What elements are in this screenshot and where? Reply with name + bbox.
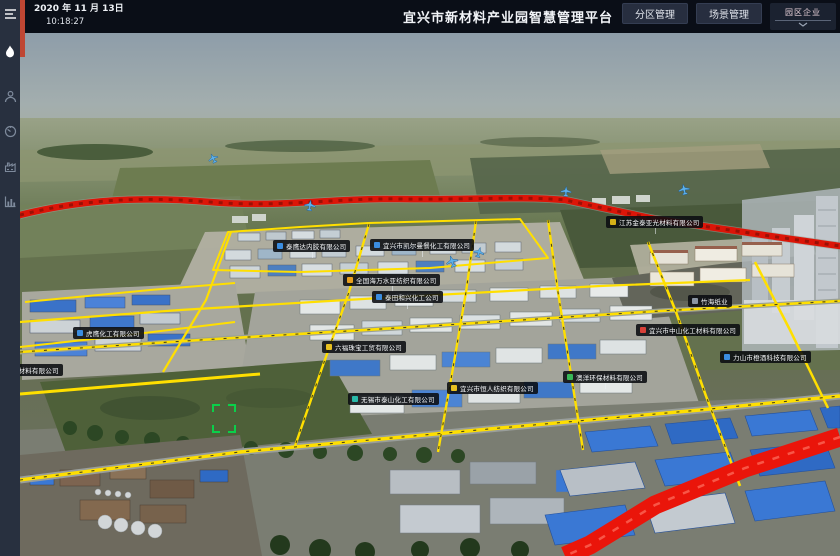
map-label[interactable]: 泰田和兴化工公司: [372, 291, 443, 303]
divider: [775, 20, 831, 21]
marker-icon: [347, 277, 353, 283]
map-label-text: 力山市橙酒科技有限公司: [733, 352, 807, 362]
header-date: 2020 年 11 月 13日: [34, 4, 124, 15]
map-label-text: 全国海万水亚纺织有限公司: [356, 275, 436, 285]
map-viewport[interactable]: 泰鹰达内胶有限公司 宜兴市凯尔曼餐化工有限公司 全国海万水亚纺织有限公司 泰田和…: [20, 33, 840, 556]
map-label[interactable]: 泰鹰达内胶有限公司: [273, 240, 350, 252]
partition-manage-button[interactable]: 分区管理: [622, 3, 688, 24]
park-enterprise-label: 园区企业: [785, 7, 821, 18]
user-icon[interactable]: [0, 86, 20, 106]
marker-icon: [451, 385, 457, 391]
map-label-text: 澳洋环保材料有限公司: [576, 372, 643, 382]
marker-icon: [724, 354, 730, 360]
marker-icon: [640, 327, 646, 333]
map-label-text: 六福珠宝工贸有限公司: [335, 342, 402, 352]
scene-manage-button[interactable]: 场景管理: [696, 3, 762, 24]
park-enterprise-dropdown[interactable]: 园区企业: [770, 3, 836, 30]
map-label[interactable]: 宜兴市凯尔曼餐化工有限公司: [370, 239, 474, 251]
map-label[interactable]: 澳洋环保材料有限公司: [563, 371, 647, 383]
marker-icon: [352, 396, 358, 402]
map-label-text: 泰田和兴化工公司: [385, 292, 439, 302]
marker-icon: [374, 242, 380, 248]
map-label[interactable]: 六福珠宝工贸有限公司: [322, 341, 406, 353]
page-title: 宜兴市新材料产业园智慧管理平台: [388, 0, 628, 33]
map-label[interactable]: 无锡市泰山化工有限公司: [348, 393, 439, 405]
sidebar-accent-bar: [20, 0, 25, 57]
marker-icon: [77, 330, 83, 336]
map-label[interactable]: 虎鹰化工有限公司: [73, 327, 144, 339]
map-label[interactable]: 力山市橙酒科技有限公司: [720, 351, 811, 363]
map-label-text: 宜兴市凯尔曼餐化工有限公司: [383, 240, 470, 250]
map-label-text: 竹海纸业: [701, 296, 728, 306]
gauge-icon[interactable]: [0, 121, 20, 141]
sidebar: [0, 0, 20, 556]
factory-icon[interactable]: [0, 156, 20, 176]
marker-icon: [277, 243, 283, 249]
map-label-text: 宜兴市恒人纺织有限公司: [460, 383, 534, 393]
map-label[interactable]: 全国海万水亚纺织有限公司: [343, 274, 440, 286]
map-label-text: 宜兴市中山化工材料有限公司: [649, 325, 736, 335]
marker-icon: [610, 219, 616, 225]
marker-icon: [692, 298, 698, 304]
map-label[interactable]: 宜兴市防水材料有限公司: [20, 364, 63, 376]
map-label-text: 宜兴市防水材料有限公司: [20, 365, 59, 375]
chevron-down-icon: [798, 22, 808, 27]
map-label-text: 无锡市泰山化工有限公司: [361, 394, 435, 404]
top-header: 2020 年 11 月 13日 10:18:27 宜兴市新材料产业园智慧管理平台…: [20, 0, 840, 33]
map-label[interactable]: 江苏金泰亚光材料有限公司: [606, 216, 703, 228]
marker-icon: [567, 374, 573, 380]
map-label-text: 虎鹰化工有限公司: [86, 328, 140, 338]
map-label[interactable]: 宜兴市恒人纺织有限公司: [447, 382, 538, 394]
map-label-text: 泰鹰达内胶有限公司: [286, 241, 346, 251]
map-label[interactable]: 宜兴市中山化工材料有限公司: [636, 324, 740, 336]
menu-icon[interactable]: [0, 4, 20, 24]
chart-icon[interactable]: [0, 191, 20, 211]
flame-icon[interactable]: [0, 42, 20, 62]
marker-icon: [376, 294, 382, 300]
marker-icon: [326, 344, 332, 350]
header-time: 10:18:27: [46, 17, 124, 28]
map-label-text: 江苏金泰亚光材料有限公司: [619, 217, 699, 227]
map-label[interactable]: 竹海纸业: [688, 295, 732, 307]
